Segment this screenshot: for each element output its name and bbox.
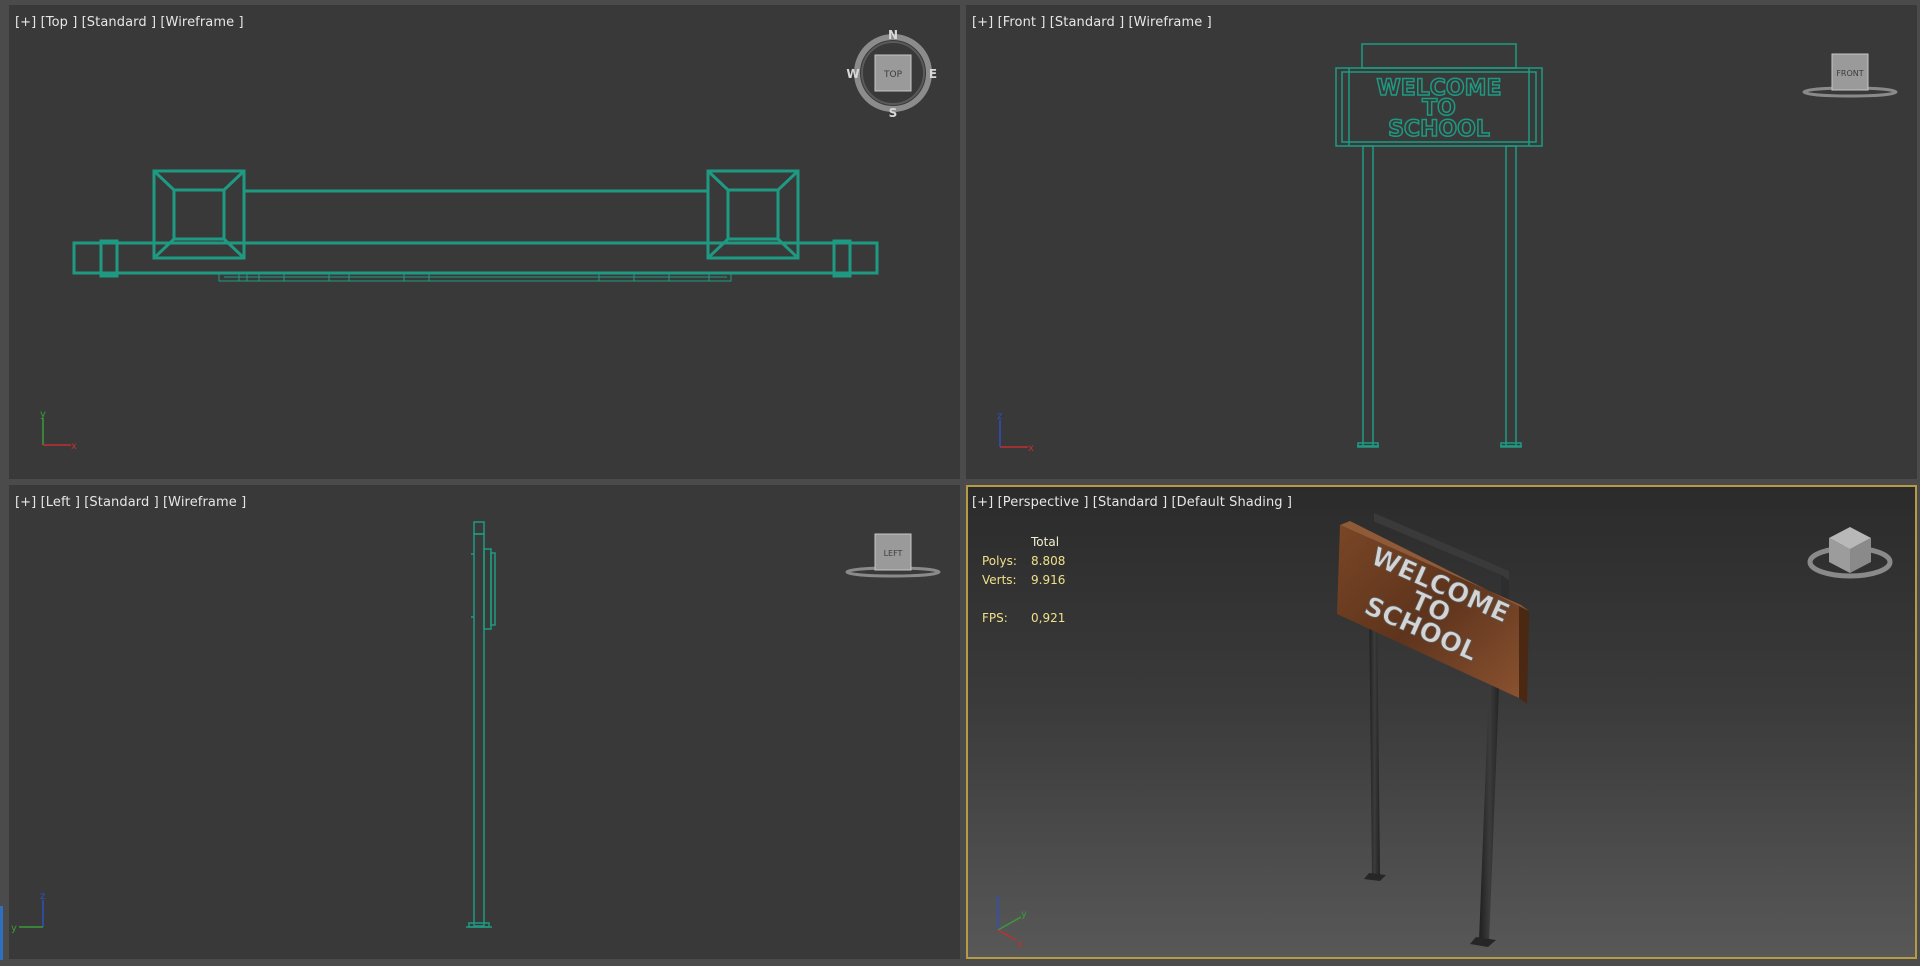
stats-verts-value: 9.916: [1031, 573, 1066, 587]
left-axis-gizmo: z y: [11, 891, 45, 934]
top-wireframe-canvas: y x TOP N S E W: [40, 28, 937, 452]
svg-text:E: E: [929, 67, 937, 81]
sign-top-wireframe: [72, 169, 879, 278]
svg-text:z: z: [995, 894, 1000, 905]
stats-fps-label: FPS:: [982, 611, 1008, 625]
left-wireframe-canvas: z y LEFT: [11, 521, 941, 934]
svg-text:LEFT: LEFT: [884, 549, 903, 558]
viewcube-left[interactable]: LEFT: [845, 533, 941, 578]
svg-text:y: y: [40, 409, 46, 420]
viewport-left-label[interactable]: [+] [Left ] [Standard ] [Wireframe ]: [15, 495, 246, 510]
stats-fps-value: 0,921: [1031, 611, 1066, 625]
svg-text:z: z: [40, 891, 45, 902]
viewport-front-label[interactable]: [+] [Front ] [Standard ] [Wireframe ]: [972, 15, 1212, 30]
svg-text:SCHOOL: SCHOOL: [1388, 117, 1490, 142]
viewcube-front[interactable]: FRONT: [1802, 53, 1898, 98]
stats-fps-row: FPS: 0,921: [982, 609, 1065, 628]
stats-polys-label: Polys:: [982, 554, 1017, 568]
svg-text:TOP: TOP: [883, 70, 903, 80]
front-axis-gizmo: z x: [997, 411, 1034, 454]
viewport-top[interactable]: y x TOP N S E W [+] [Top ] [Standard ] […: [9, 5, 960, 479]
left-edge-panel-tab[interactable]: [0, 906, 3, 960]
svg-text:S: S: [889, 106, 898, 120]
stats-polys-row: Polys: 8.808: [982, 552, 1065, 571]
stats-verts-row: Verts: 9.916: [982, 571, 1065, 590]
sign-front-text: WELCOME TO SCHOOL: [1376, 75, 1503, 143]
stats-polys-value: 8.808: [1031, 554, 1066, 568]
viewport-stats-overlay: Total Polys: 8.808 Verts: 9.916 FPS: 0,9…: [982, 533, 1065, 628]
viewport-left[interactable]: z y LEFT [+] [Left ] [Standard ] [Wirefr…: [9, 485, 960, 959]
stats-header: Total: [1031, 535, 1060, 549]
svg-text:x: x: [1028, 443, 1034, 454]
svg-text:y: y: [1021, 909, 1027, 920]
svg-text:x: x: [71, 441, 77, 452]
svg-text:x: x: [1017, 939, 1023, 950]
perspective-render-canvas: WELCOME TO SCHOOL z y x: [995, 513, 1893, 950]
top-axis-gizmo: y x: [40, 409, 77, 452]
viewport-front[interactable]: WELCOME TO SCHOOL z x FRONT [+] [Front ]…: [966, 5, 1917, 479]
viewcube-perspective[interactable]: [1807, 527, 1893, 579]
viewport-top-label[interactable]: [+] [Top ] [Standard ] [Wireframe ]: [15, 15, 244, 30]
viewcube-top-compass[interactable]: TOP N S E W: [846, 28, 937, 120]
sign-left-wireframe: [466, 521, 496, 928]
svg-text:N: N: [888, 28, 898, 42]
svg-text:z: z: [997, 411, 1002, 422]
svg-text:y: y: [11, 923, 17, 934]
front-wireframe-canvas: WELCOME TO SCHOOL z x FRONT: [997, 43, 1898, 454]
stats-verts-label: Verts:: [982, 573, 1017, 587]
viewport-perspective-label[interactable]: [+] [Perspective ] [Standard ] [Default …: [972, 495, 1292, 510]
viewport-perspective[interactable]: WELCOME TO SCHOOL z y x [+] [Perspective…: [966, 485, 1917, 959]
svg-text:W: W: [846, 67, 859, 81]
perspective-axis-gizmo: z y x: [995, 894, 1027, 950]
svg-text:FRONT: FRONT: [1836, 69, 1863, 78]
